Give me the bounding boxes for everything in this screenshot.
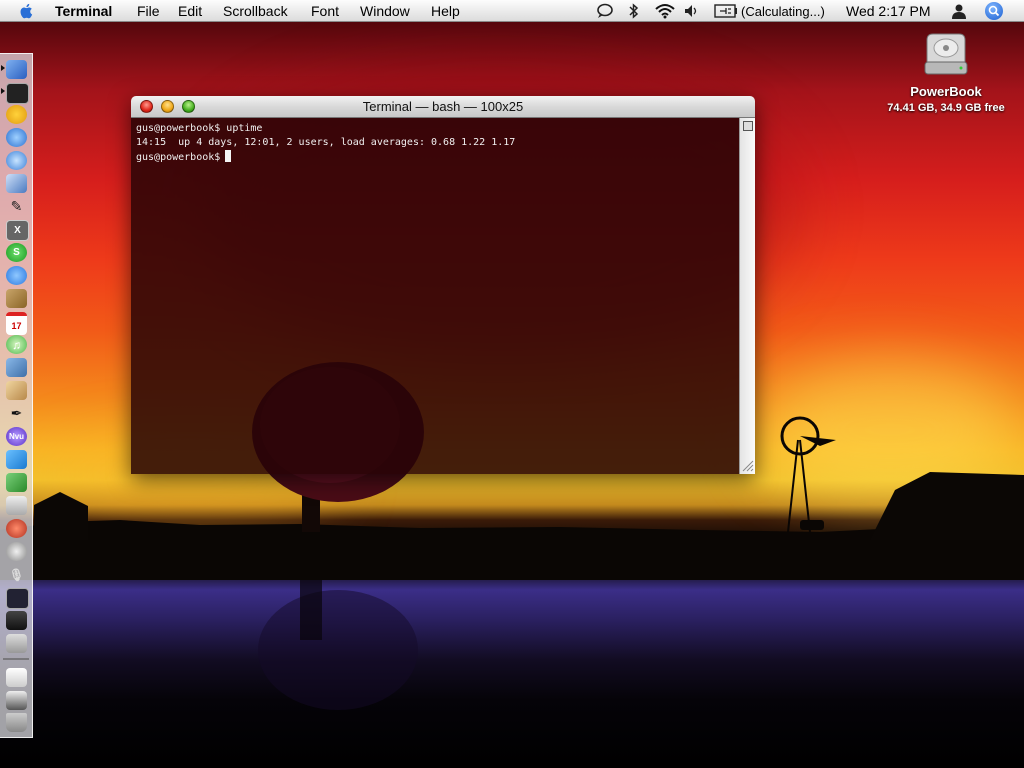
terminal-prompt: gus@powerbook$ [136, 152, 221, 163]
running-indicator [1, 65, 5, 71]
textmate-icon[interactable]: ✒ [6, 404, 27, 423]
skype-icon[interactable]: S [6, 243, 27, 262]
battery-status[interactable]: (Calculating...) [741, 3, 825, 21]
window-title: Terminal — bash — 100x25 [362, 99, 524, 114]
activity-monitor-icon[interactable] [6, 588, 29, 609]
address-book-icon[interactable] [6, 289, 27, 308]
split-pane-icon[interactable] [743, 121, 753, 131]
nvu-icon[interactable]: Nvu [6, 427, 27, 446]
apple-menu-icon[interactable] [18, 2, 36, 20]
itunes-icon[interactable]: ♫ [6, 335, 27, 354]
terminal-line: gus@powerbook$ uptime [136, 123, 263, 134]
dreamweaver-icon[interactable] [6, 450, 27, 469]
terminal-prompt-line: gus@powerbook$ [136, 150, 739, 164]
running-indicator [1, 88, 5, 94]
menu-scrollback[interactable]: Scrollback [223, 2, 288, 20]
system-preferences-icon[interactable] [6, 634, 27, 653]
user-icon[interactable] [950, 3, 968, 19]
hard-drive-icon [924, 33, 968, 75]
audio-icon[interactable] [6, 519, 27, 538]
drive-info: 74.41 GB, 34.9 GB free [887, 102, 1005, 114]
wifi-icon[interactable] [654, 3, 676, 19]
resize-grip-icon[interactable] [742, 460, 754, 472]
script-editor-icon[interactable]: ✎ [6, 197, 27, 216]
drive-name: PowerBook [910, 84, 982, 99]
ichat-icon[interactable] [6, 266, 27, 285]
bluetooth-icon[interactable] [628, 3, 640, 19]
scrollbar[interactable] [739, 118, 755, 474]
disk-utility-icon[interactable] [6, 542, 27, 561]
menu-help[interactable]: Help [431, 2, 460, 20]
calculator-icon[interactable] [6, 496, 27, 515]
menu-edit[interactable]: Edit [178, 2, 202, 20]
money-icon[interactable] [6, 473, 27, 492]
finder-icon[interactable] [6, 60, 27, 79]
safari-icon[interactable] [6, 151, 27, 170]
terminal-line: 14:15 up 4 days, 12:01, 2 users, load av… [136, 137, 516, 148]
text-cursor [225, 150, 232, 162]
terminal-window[interactable]: Terminal — bash — 100x25 gus@powerbook$ … [131, 96, 755, 474]
ical-icon[interactable]: 17 [6, 312, 27, 335]
document-icon[interactable] [6, 668, 27, 687]
menu-clock[interactable]: Wed 2:17 PM [846, 2, 931, 20]
preview-icon[interactable] [6, 174, 27, 193]
x11-icon[interactable]: X [6, 220, 29, 241]
battery-icon[interactable] [714, 4, 738, 18]
menu-file[interactable]: File [137, 2, 160, 20]
printer-icon[interactable] [6, 691, 27, 710]
network-icon[interactable] [6, 128, 27, 147]
menu-app-name[interactable]: Terminal [55, 2, 112, 20]
microphone-icon[interactable]: 🎙 [6, 565, 27, 584]
iphoto-icon[interactable] [6, 358, 27, 377]
trash-icon[interactable] [6, 713, 27, 732]
chat-bubble-icon[interactable] [596, 3, 614, 19]
adium-icon[interactable] [6, 105, 27, 124]
spotlight-icon[interactable] [985, 2, 1003, 20]
terminal-icon[interactable] [6, 83, 29, 104]
menu-font[interactable]: Font [311, 2, 339, 20]
menu-bar: Terminal File Edit Scrollback Font Windo… [0, 0, 1024, 22]
dock-divider [3, 658, 29, 660]
window-titlebar[interactable]: Terminal — bash — 100x25 [131, 96, 755, 118]
powerbook-drive[interactable]: PowerBook 74.41 GB, 34.9 GB free [880, 30, 1012, 120]
gimp-icon[interactable] [6, 381, 27, 400]
volume-icon[interactable] [684, 4, 700, 18]
menu-window[interactable]: Window [360, 2, 410, 20]
dock: ✎ X S 17 ♫ ✒ Nvu 🎙 [0, 53, 33, 738]
spreadsheet-icon[interactable] [6, 611, 27, 630]
terminal-output[interactable]: gus@powerbook$ uptime 14:15 up 4 days, 1… [131, 118, 739, 474]
